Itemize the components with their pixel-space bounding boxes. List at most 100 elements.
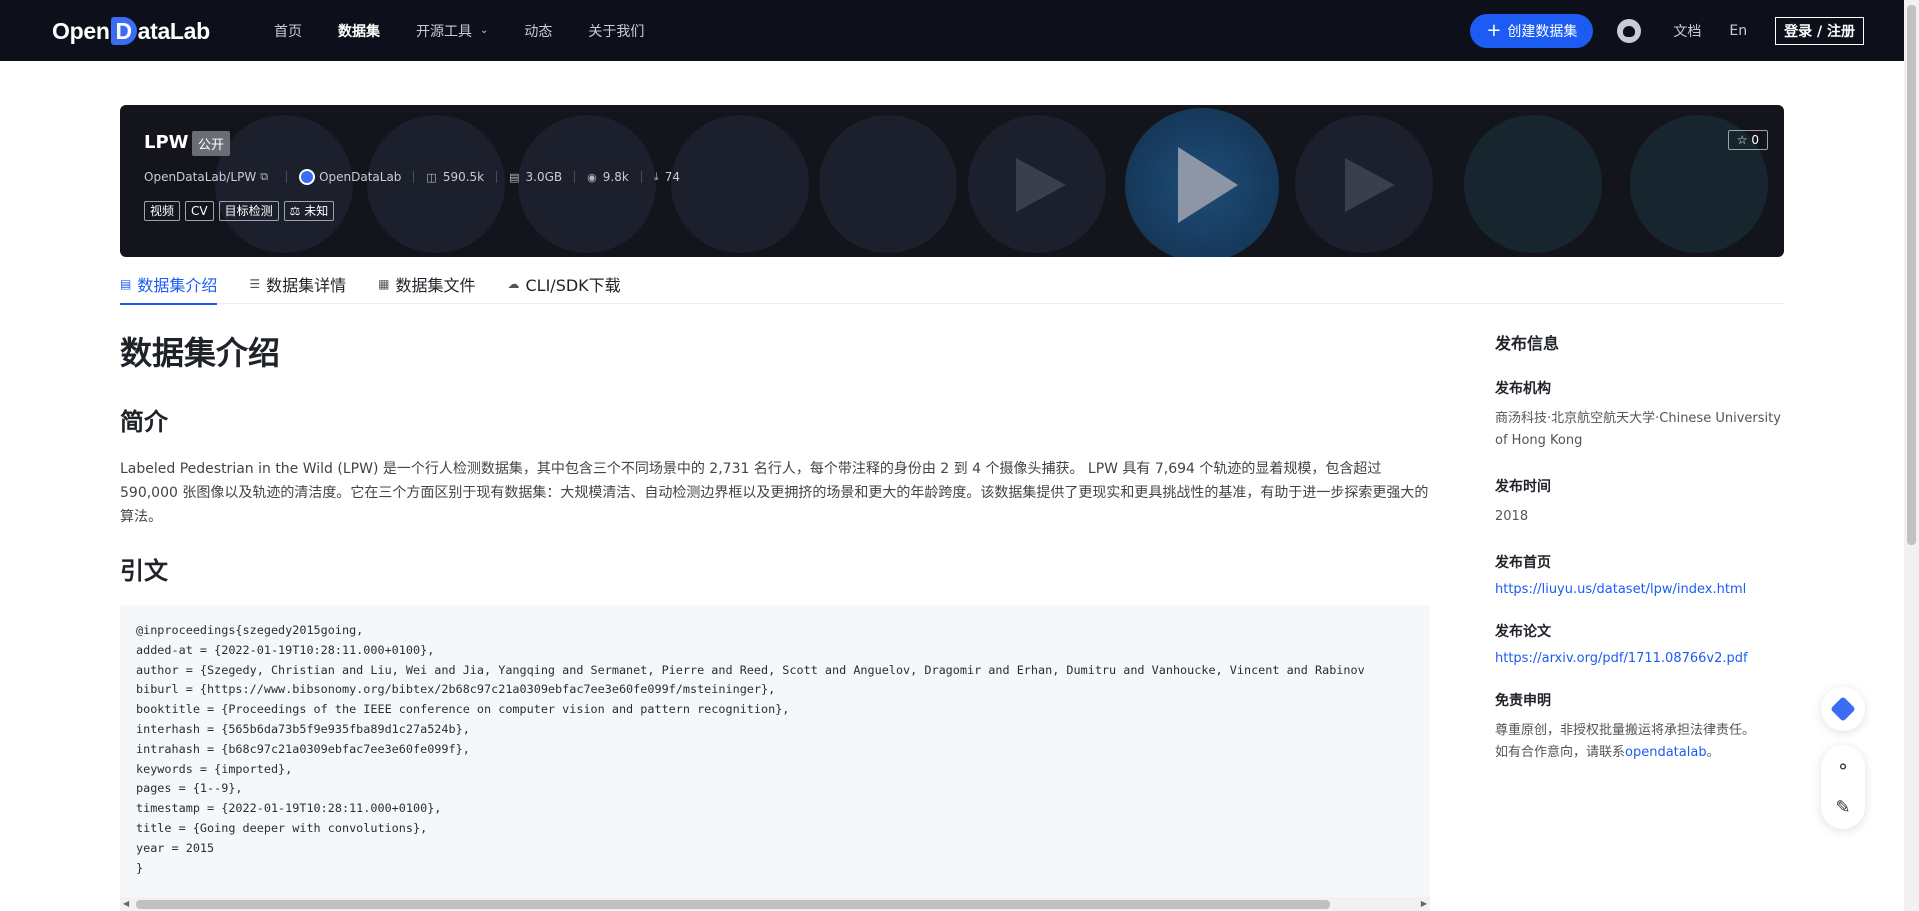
- scroll-right-arrow-icon[interactable]: ▶: [1421, 899, 1427, 908]
- divider: [640, 171, 642, 183]
- disclaimer-prefix: 如有合作意向，请联系: [1495, 745, 1626, 760]
- license-label: 未知: [304, 204, 329, 218]
- tab-files-label: 数据集文件: [395, 276, 476, 295]
- page-scrollbar[interactable]: [1904, 0, 1919, 911]
- divider: [413, 171, 415, 183]
- nav-right: + 创建数据集 文档 En 登录 / 注册: [1470, 0, 1864, 61]
- citation-code: @inproceedings{szegedy2015going, added-at…: [120, 605, 1430, 894]
- publisher-label: 发布机构: [1495, 381, 1551, 397]
- citation-code-block[interactable]: @inproceedings{szegedy2015going, added-at…: [120, 605, 1430, 911]
- play-icon: [1016, 158, 1066, 212]
- code-line: }: [136, 860, 144, 875]
- dataset-path: OpenDataLab/LPW: [144, 170, 257, 184]
- code-line: added-at = {2022-01-19T10:28:11.000+0100…: [136, 642, 435, 657]
- assistant-button[interactable]: [1821, 687, 1865, 731]
- publish-info-sidebar: 发布信息 发布机构 商汤科技·北京航空航天大学·Chinese Universi…: [1495, 330, 1785, 764]
- scroll-left-arrow-icon[interactable]: ◀: [123, 899, 129, 908]
- code-line: author = {Szegedy, Christian and Liu, We…: [136, 662, 1365, 677]
- tag-video[interactable]: 视频: [144, 201, 181, 221]
- disclaimer-suffix: 。: [1706, 745, 1720, 760]
- main-nav: 首页 数据集 开源工具 ⌄ 动态 关于我们: [274, 0, 680, 61]
- tab-download[interactable]: ☁ CLI/SDK下载: [508, 264, 621, 304]
- disclaimer-line: 尊重原创，非授权批量搬运将承担法律责任。: [1495, 723, 1756, 738]
- play-icon: [1345, 158, 1395, 212]
- top-navbar: Open D ataLab 首页 数据集 开源工具 ⌄ 动态 关于我们 + 创建数据…: [0, 0, 1904, 61]
- tag-cv[interactable]: CV: [185, 201, 214, 221]
- disclaimer-label: 免责申明: [1495, 693, 1551, 709]
- floating-toolbar: ⚬ ✎: [1821, 745, 1865, 829]
- horizontal-scrollbar[interactable]: ◀ ▶: [120, 897, 1430, 911]
- tag-list: 视频 CV 目标检测 ⚖ 未知: [144, 201, 339, 221]
- divider: [286, 171, 288, 183]
- language-switch[interactable]: En: [1729, 23, 1747, 39]
- org-avatar: [299, 169, 316, 185]
- copy-icon[interactable]: ⧉: [260, 170, 268, 184]
- nav-home[interactable]: 首页: [274, 21, 302, 41]
- banner-decor-circle: [819, 115, 957, 253]
- visibility-badge: 公开: [192, 131, 231, 156]
- divider: [574, 171, 576, 183]
- code-line: @inproceedings{szegedy2015going,: [136, 623, 364, 637]
- code-line: booktitle = {Proceedings of the IEEE con…: [136, 702, 790, 717]
- intro-heading: 简介: [120, 408, 168, 436]
- nav-about[interactable]: 关于我们: [588, 21, 644, 41]
- homepage-link[interactable]: https://liuyu.us/dataset/lpw/index.html: [1495, 582, 1785, 597]
- citation-heading: 引文: [120, 557, 168, 585]
- publisher-value: 商汤科技·北京航空航天大学·Chinese University of Hong…: [1495, 411, 1781, 448]
- nav-open-tools[interactable]: 开源工具 ⌄: [416, 21, 488, 41]
- nav-news[interactable]: 动态: [524, 21, 552, 41]
- headset-icon[interactable]: ⚬: [1821, 747, 1865, 787]
- tab-intro-label: 数据集介绍: [137, 276, 218, 295]
- files-icon: ◫: [426, 170, 437, 184]
- disclaimer-line: 如有合作意向，请联系opendatalab。: [1495, 742, 1785, 764]
- view-count: 9.8k: [602, 170, 629, 184]
- scale-icon: ⚖: [289, 204, 305, 218]
- scrollbar-thumb[interactable]: [136, 900, 1330, 909]
- tag-object-detection[interactable]: 目标检测: [218, 201, 279, 221]
- login-button[interactable]: 登录 / 注册: [1775, 16, 1864, 45]
- cloud-download-icon: ☁: [507, 277, 520, 291]
- tab-details[interactable]: ☰ 数据集详情: [249, 264, 346, 304]
- tab-files[interactable]: ▦ 数据集文件: [378, 264, 475, 304]
- dataset-banner: LPW 公开 OpenDataLab/LPW ⧉ OpenDataLab ◫ 5…: [120, 105, 1784, 257]
- publish-time-label: 发布时间: [1495, 479, 1551, 495]
- code-line: pages = {1--9},: [136, 781, 243, 796]
- tag-license[interactable]: ⚖ 未知: [283, 201, 335, 221]
- create-dataset-button[interactable]: + 创建数据集: [1470, 13, 1594, 48]
- code-line: timestamp = {2022-01-19T10:28:11.000+010…: [136, 801, 442, 816]
- star-count: 0: [1751, 133, 1759, 147]
- logo[interactable]: Open D ataLab: [52, 16, 210, 46]
- nav-open-tools-label: 开源工具: [416, 23, 472, 40]
- file-count: 590.5k: [442, 170, 485, 184]
- docs-link[interactable]: 文档: [1673, 21, 1701, 41]
- dataset-tabs: ▤ 数据集介绍 ☰ 数据集详情 ▦ 数据集文件 ☁ CLI/SDK下载: [120, 264, 1784, 305]
- assistant-icon: [1830, 696, 1856, 722]
- nav-datasets[interactable]: 数据集: [338, 21, 380, 41]
- tab-details-label: 数据集详情: [266, 276, 347, 295]
- dataset-meta: OpenDataLab/LPW ⧉ OpenDataLab ◫ 590.5k ▤…: [144, 169, 680, 185]
- feedback-icon[interactable]: ✎: [1821, 787, 1865, 827]
- dataset-size: 3.0GB: [525, 170, 563, 184]
- github-icon[interactable]: [1617, 18, 1642, 43]
- tab-intro[interactable]: ▤ 数据集介绍: [120, 264, 218, 305]
- file-icon: ▦: [378, 277, 390, 291]
- create-dataset-label: 创建数据集: [1507, 23, 1578, 40]
- code-line: year = 2015: [136, 840, 215, 855]
- code-line: biburl = {https://www.bibsonomy.org/bibt…: [136, 682, 776, 697]
- publish-time-value: 2018: [1495, 509, 1529, 524]
- code-line: title = {Going deeper with convolutions}…: [136, 820, 428, 835]
- star-icon: ☆: [1736, 133, 1752, 147]
- contact-link[interactable]: opendatalab: [1625, 745, 1707, 760]
- org-name[interactable]: OpenDataLab: [319, 170, 401, 184]
- banner-decor-circle: [1464, 115, 1602, 253]
- paper-link[interactable]: https://arxiv.org/pdf/1711.08766v2.pdf: [1495, 651, 1785, 666]
- page-scrollbar-thumb[interactable]: [1907, 5, 1916, 545]
- tab-download-label: CLI/SDK下载: [525, 276, 621, 295]
- banner-decor-circle: [671, 115, 809, 253]
- star-button[interactable]: ☆ 0: [1727, 130, 1768, 150]
- chevron-down-icon: ⌄: [480, 25, 489, 36]
- paper-label: 发布论文: [1495, 624, 1551, 640]
- sidebar-title: 发布信息: [1495, 334, 1560, 353]
- main-content: 数据集介绍 简介 Labeled Pedestrian in the Wild …: [120, 320, 1430, 911]
- download-icon: ⤓: [653, 170, 659, 183]
